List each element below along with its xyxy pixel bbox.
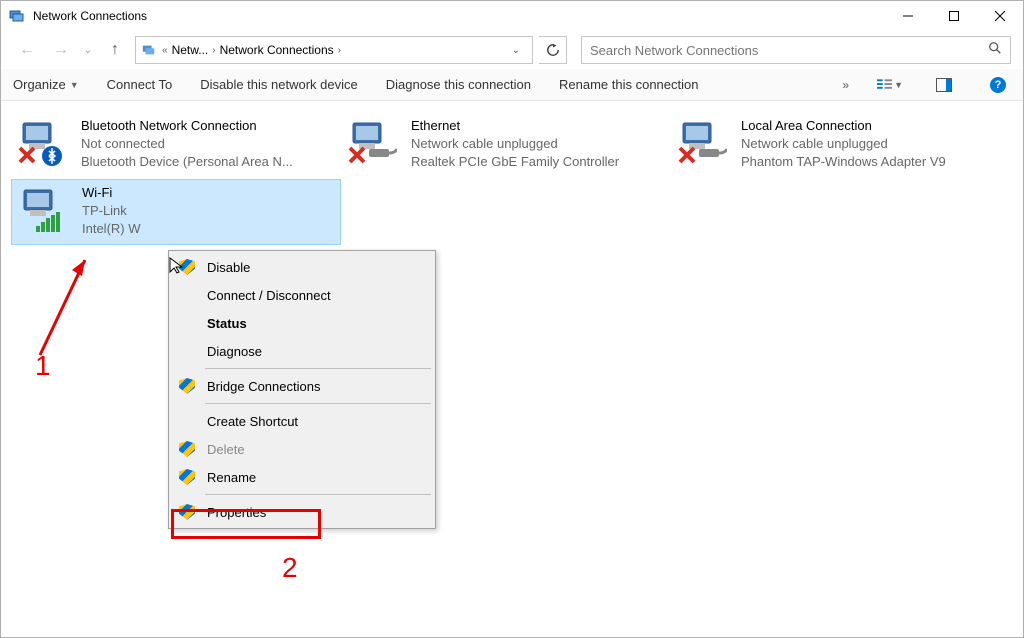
search-icon[interactable] (988, 41, 1002, 60)
ctx-bridge[interactable]: Bridge Connections (171, 372, 433, 400)
preview-pane-button[interactable] (931, 73, 957, 97)
breadcrumb-sep-icon: « (162, 45, 168, 56)
adapter-icon (677, 117, 735, 173)
titlebar: Network Connections (1, 1, 1023, 31)
ctx-rename[interactable]: Rename (171, 463, 433, 491)
connect-to-button[interactable]: Connect To (107, 77, 173, 92)
ctx-connect-disconnect[interactable]: Connect / Disconnect (171, 281, 433, 309)
ctx-create-shortcut[interactable]: Create Shortcut (171, 407, 433, 435)
connection-status: Network cable unplugged (411, 135, 619, 153)
ctx-delete: Delete (171, 435, 433, 463)
rename-connection-button[interactable]: Rename this connection (559, 77, 698, 92)
network-connections-window: Network Connections ← → ⌄ ↑ « Netw... › … (0, 0, 1024, 638)
adapter-icon (18, 184, 76, 240)
window-title: Network Connections (33, 9, 885, 23)
organize-menu[interactable]: Organize ▼ (13, 77, 79, 92)
up-button[interactable]: ↑ (101, 36, 129, 64)
ctx-disable[interactable]: Disable (171, 253, 433, 281)
content-area: Bluetooth Network Connection Not connect… (1, 101, 1023, 637)
window-icon (9, 8, 25, 24)
window-controls (885, 1, 1023, 31)
signal-bars-icon (36, 212, 62, 232)
adapter-icon (347, 117, 405, 173)
breadcrumb-icon (140, 43, 158, 57)
breadcrumb[interactable]: « Netw... › Network Connections › ⌄ (135, 36, 533, 64)
connection-name: Wi-Fi (82, 184, 141, 202)
search-input[interactable] (590, 43, 988, 58)
ctx-diagnose[interactable]: Diagnose (171, 337, 433, 365)
connection-ethernet[interactable]: Ethernet Network cable unplugged Realtek… (341, 113, 671, 179)
ctx-separator (205, 403, 431, 404)
connection-device: Intel(R) W (82, 220, 141, 238)
navigation-row: ← → ⌄ ↑ « Netw... › Network Connections … (1, 31, 1023, 69)
connection-device: Bluetooth Device (Personal Area N... (81, 153, 293, 171)
breadcrumb-dropdown[interactable]: ⌄ (504, 45, 528, 56)
refresh-button[interactable] (539, 36, 567, 64)
help-button[interactable]: ? (985, 73, 1011, 97)
connection-list: Bluetooth Network Connection Not connect… (11, 113, 1013, 245)
forward-button[interactable]: → (47, 36, 75, 64)
connection-name: Local Area Connection (741, 117, 946, 135)
help-icon: ? (990, 77, 1006, 93)
ctx-separator (205, 368, 431, 369)
toolbar: Organize ▼ Connect To Disable this netwo… (1, 69, 1023, 101)
ctx-status[interactable]: Status (171, 309, 433, 337)
connection-status: TP-Link (82, 202, 141, 220)
search-box[interactable] (581, 36, 1011, 64)
adapter-icon (17, 117, 75, 173)
view-options-button[interactable]: ▼ (877, 73, 903, 97)
context-menu: Disable Connect / Disconnect Status Diag… (168, 250, 436, 529)
connection-wifi[interactable]: Wi-Fi TP-Link Intel(R) W (11, 179, 341, 245)
uac-shield-icon (179, 441, 195, 457)
breadcrumb-seg-1[interactable]: Netw... (172, 43, 209, 57)
breadcrumb-seg-2[interactable]: Network Connections (220, 43, 334, 57)
ctx-separator (205, 494, 431, 495)
minimize-button[interactable] (885, 1, 931, 31)
history-dropdown[interactable]: ⌄ (81, 45, 95, 56)
connection-name: Bluetooth Network Connection (81, 117, 293, 135)
connection-name: Ethernet (411, 117, 619, 135)
diagnose-connection-button[interactable]: Diagnose this connection (386, 77, 531, 92)
chevron-down-icon: ▼ (70, 80, 79, 90)
disable-device-button[interactable]: Disable this network device (200, 77, 358, 92)
uac-shield-icon (179, 469, 195, 485)
uac-shield-icon (179, 378, 195, 394)
connection-lan[interactable]: Local Area Connection Network cable unpl… (671, 113, 1001, 179)
maximize-button[interactable] (931, 1, 977, 31)
uac-shield-icon (179, 259, 195, 275)
chevron-right-icon: › (338, 45, 341, 56)
connection-status: Network cable unplugged (741, 135, 946, 153)
toolbar-overflow[interactable]: » (842, 78, 849, 92)
chevron-right-icon: › (212, 45, 215, 56)
annotation-highlight-box (171, 509, 321, 539)
chevron-down-icon: ▼ (894, 80, 903, 90)
connection-device: Phantom TAP-Windows Adapter V9 (741, 153, 946, 171)
back-button[interactable]: ← (13, 36, 41, 64)
connection-bluetooth[interactable]: Bluetooth Network Connection Not connect… (11, 113, 341, 179)
connection-device: Realtek PCIe GbE Family Controller (411, 153, 619, 171)
close-button[interactable] (977, 1, 1023, 31)
connection-status: Not connected (81, 135, 293, 153)
